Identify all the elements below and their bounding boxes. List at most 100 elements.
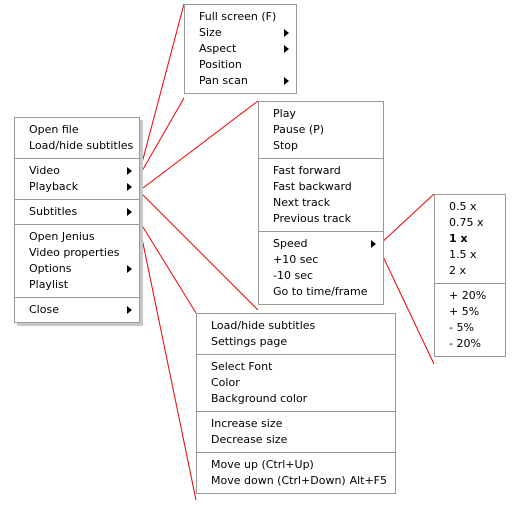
menu-item-1-x[interactable]: 1 x: [435, 231, 505, 247]
menu-item-accelerator: Alt+F5: [349, 474, 387, 487]
menu-item-label: Pan scan: [199, 74, 248, 87]
menu-item-1-5-x[interactable]: 1.5 x: [435, 247, 505, 263]
menu-item-label: Fast forward: [273, 164, 341, 177]
menu-item-label: Video: [29, 164, 60, 177]
menu-item-stop[interactable]: Stop: [259, 138, 383, 154]
menu-item-increase-size[interactable]: Increase size: [197, 416, 395, 432]
menu-item-label: Load/hide subtitles: [29, 139, 134, 152]
menu-item-0-75-x[interactable]: 0.75 x: [435, 215, 505, 231]
menu-item-label: 2 x: [449, 264, 467, 277]
menu-item-color[interactable]: Color: [197, 375, 395, 391]
menu-item-label: Options: [29, 262, 72, 275]
menu-item-settings-page[interactable]: Settings page: [197, 334, 395, 350]
menu-item-fast-backward[interactable]: Fast backward: [259, 179, 383, 195]
menu-item-video-properties[interactable]: Video properties: [15, 245, 139, 261]
menu-item-label: Move down (Ctrl+Down): [211, 474, 346, 487]
menu-item-options[interactable]: Options: [15, 261, 139, 277]
menu-item-full-screen-f[interactable]: Full screen (F): [185, 9, 296, 25]
menu-item-fast-forward[interactable]: Fast forward: [259, 163, 383, 179]
menu-item-label: + 5%: [449, 305, 480, 318]
menu-item-pan-scan[interactable]: Pan scan: [185, 73, 296, 89]
menu-item-label: Load/hide subtitles: [211, 319, 316, 332]
submenu-arrow-icon: [284, 29, 289, 37]
menu-item-10-sec[interactable]: -10 sec: [259, 268, 383, 284]
submenu-arrow-icon: [127, 167, 132, 175]
menu-item-20[interactable]: - 20%: [435, 336, 505, 352]
menu-item-decrease-size[interactable]: Decrease size: [197, 432, 395, 448]
submenu-arrow-icon: [284, 45, 289, 53]
menu-item-5[interactable]: + 5%: [435, 304, 505, 320]
subtitles-submenu[interactable]: Load/hide subtitles Settings page Select F…: [196, 313, 396, 494]
menu-item-open-jenius[interactable]: Open Jenius: [15, 229, 139, 245]
speed-submenu-items: 0.5 x 0.75 x 1 x 1.5 x 2 x + 20% + 5% - 5% - 20%: [435, 195, 505, 356]
menu-item-label: -10 sec: [273, 269, 314, 282]
menu-item-pause-p[interactable]: Pause (P): [259, 122, 383, 138]
menu-item-label: Increase size: [211, 417, 283, 430]
menu-item-subtitles[interactable]: Subtitles: [15, 204, 139, 220]
menu-item-load-hide-subtitles[interactable]: Load/hide subtitles: [197, 318, 395, 334]
menu-item-10-sec[interactable]: +10 sec: [259, 252, 383, 268]
menu-item-label: - 5%: [449, 321, 474, 334]
menu-item-label: Previous track: [273, 212, 351, 225]
menu-item-go-to-time-frame[interactable]: Go to time/frame: [259, 284, 383, 300]
menu-item-label: Pause (P): [273, 123, 325, 136]
menu-item-close[interactable]: Close: [15, 302, 139, 318]
menu-item-speed[interactable]: Speed: [259, 236, 383, 252]
menu-item-2-x[interactable]: 2 x: [435, 263, 505, 279]
menu-item-move-down-ctrl-down[interactable]: Move down (Ctrl+Down) Alt+F5: [197, 473, 395, 489]
menu-item-label: Background color: [211, 392, 308, 405]
menu-item-20[interactable]: + 20%: [435, 288, 505, 304]
menu-item-video[interactable]: Video: [15, 163, 139, 179]
menu-item-play[interactable]: Play: [259, 106, 383, 122]
main-context-menu[interactable]: Open file Load/hide subtitles Video Playbac…: [14, 117, 140, 323]
menu-item-label: Select Font: [211, 360, 273, 373]
menu-item-label: Playlist: [29, 278, 69, 291]
menu-item-background-color[interactable]: Background color: [197, 391, 395, 407]
menu-item-label: Full screen (F): [199, 10, 277, 23]
menu-item-0-5-x[interactable]: 0.5 x: [435, 199, 505, 215]
menu-item-label: Play: [273, 107, 296, 120]
submenu-arrow-icon: [284, 77, 289, 85]
menu-item-label: Open Jenius: [29, 230, 95, 243]
menu-item-load-hide-subtitles[interactable]: Load/hide subtitles: [15, 138, 139, 154]
menu-item-label: Go to time/frame: [273, 285, 368, 298]
menu-item-aspect[interactable]: Aspect: [185, 41, 296, 57]
menu-item-label: Next track: [273, 196, 331, 209]
menu-item-playback[interactable]: Playback: [15, 179, 139, 195]
connector-line-subtitles-item-arrow-upper: [137, 218, 197, 314]
menu-separator: [435, 283, 505, 284]
menu-separator: [197, 411, 395, 412]
menu-item-label: Video properties: [29, 246, 120, 259]
connector-line-subtitles-item-arrow-lower: [137, 218, 197, 501]
menu-item-label: Size: [199, 26, 222, 39]
menu-item-label: Aspect: [199, 42, 237, 55]
menu-item-label: Move up (Ctrl+Up): [211, 458, 314, 471]
menu-item-label: Position: [199, 58, 242, 71]
playback-submenu[interactable]: Play Pause (P) Stop Fast forward Fast backwa…: [258, 101, 384, 305]
submenu-arrow-icon: [127, 208, 132, 216]
menu-item-open-file[interactable]: Open file: [15, 122, 139, 138]
menu-item-previous-track[interactable]: Previous track: [259, 211, 383, 227]
menu-item-next-track[interactable]: Next track: [259, 195, 383, 211]
menu-item-move-up-ctrl-up[interactable]: Move up (Ctrl+Up): [197, 457, 395, 473]
video-submenu[interactable]: Full screen (F) Size Aspect Position Pan sca…: [184, 4, 297, 94]
menu-item-label: Color: [211, 376, 240, 389]
menu-item-5[interactable]: - 5%: [435, 320, 505, 336]
menu-item-position[interactable]: Position: [185, 57, 296, 73]
menu-item-label: Subtitles: [29, 205, 78, 218]
screenshot-stage: Open file Load/hide subtitles Video Playbac…: [0, 0, 516, 507]
speed-submenu[interactable]: 0.5 x 0.75 x 1 x 1.5 x 2 x + 20% + 5% - 5% - 20%: [434, 194, 506, 357]
menu-separator: [15, 158, 139, 159]
menu-item-label: Stop: [273, 139, 299, 152]
connector-line-video-item-arrow: [137, 3, 185, 179]
menu-separator: [15, 199, 139, 200]
menu-item-playlist[interactable]: Playlist: [15, 277, 139, 293]
connector-line-speed-item-arrow-upper: [377, 193, 435, 247]
menu-item-select-font[interactable]: Select Font: [197, 359, 395, 375]
video-submenu-items: Full screen (F) Size Aspect Position Pan sca…: [185, 5, 296, 93]
menu-separator: [197, 354, 395, 355]
menu-item-size[interactable]: Size: [185, 25, 296, 41]
menu-item-label: Fast backward: [273, 180, 352, 193]
submenu-arrow-icon: [127, 183, 132, 191]
menu-separator: [15, 297, 139, 298]
